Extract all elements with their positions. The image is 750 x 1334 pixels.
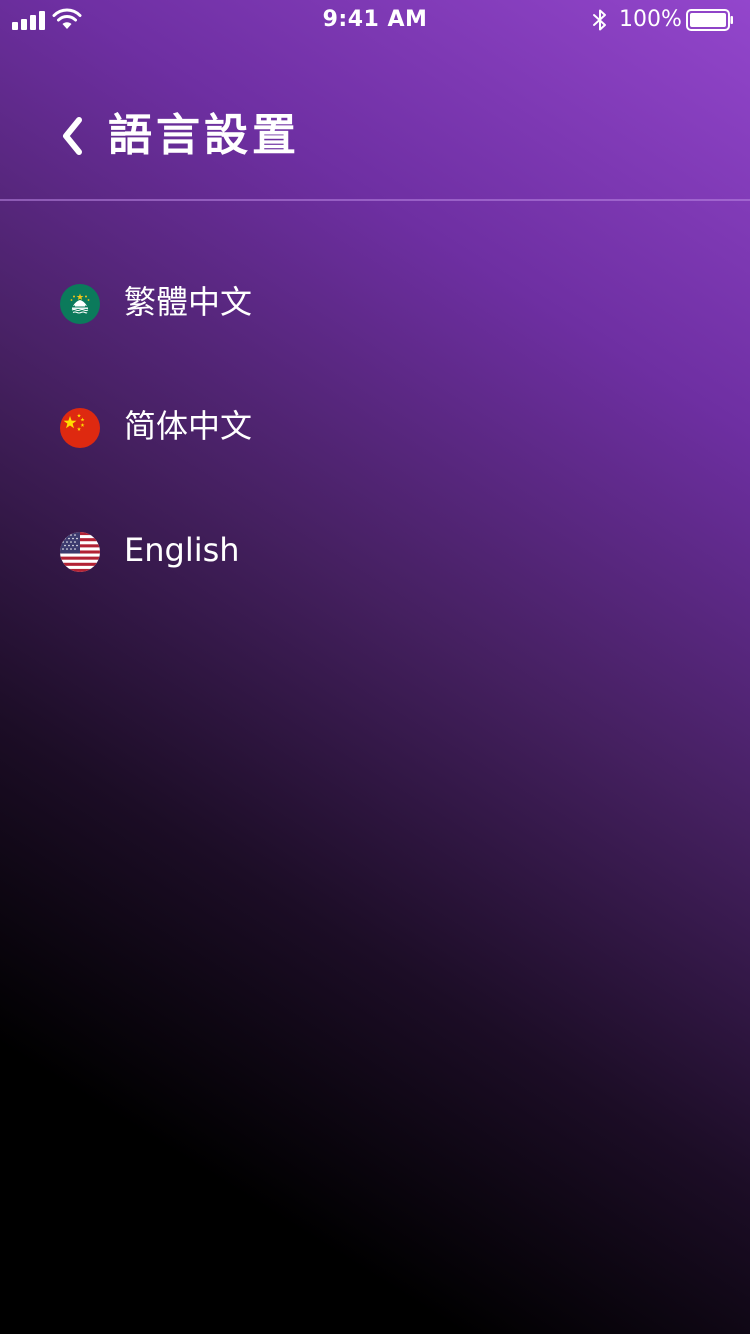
language-label: 简体中文 <box>124 407 253 445</box>
back-button[interactable] <box>50 106 96 166</box>
battery-percent: 100% <box>619 7 682 32</box>
usa-flag-icon <box>60 532 100 572</box>
language-label: English <box>124 531 240 569</box>
china-flag-icon <box>60 408 100 448</box>
status-bar: 9:41 AM 100% <box>0 0 750 40</box>
header-divider <box>0 199 750 201</box>
chevron-left-icon <box>63 117 82 155</box>
bluetooth-icon <box>590 8 610 32</box>
header: 語言設置 <box>0 96 750 178</box>
macau-flag-icon <box>60 284 100 324</box>
page-title: 語言設置 <box>108 110 300 161</box>
language-option-simplified-chinese[interactable]: 简体中文 <box>0 364 750 488</box>
language-option-traditional-chinese[interactable]: 繁體中文 <box>0 240 750 364</box>
battery-icon <box>686 9 734 31</box>
language-label: 繁體中文 <box>124 283 253 321</box>
language-option-english[interactable]: English <box>0 488 750 612</box>
